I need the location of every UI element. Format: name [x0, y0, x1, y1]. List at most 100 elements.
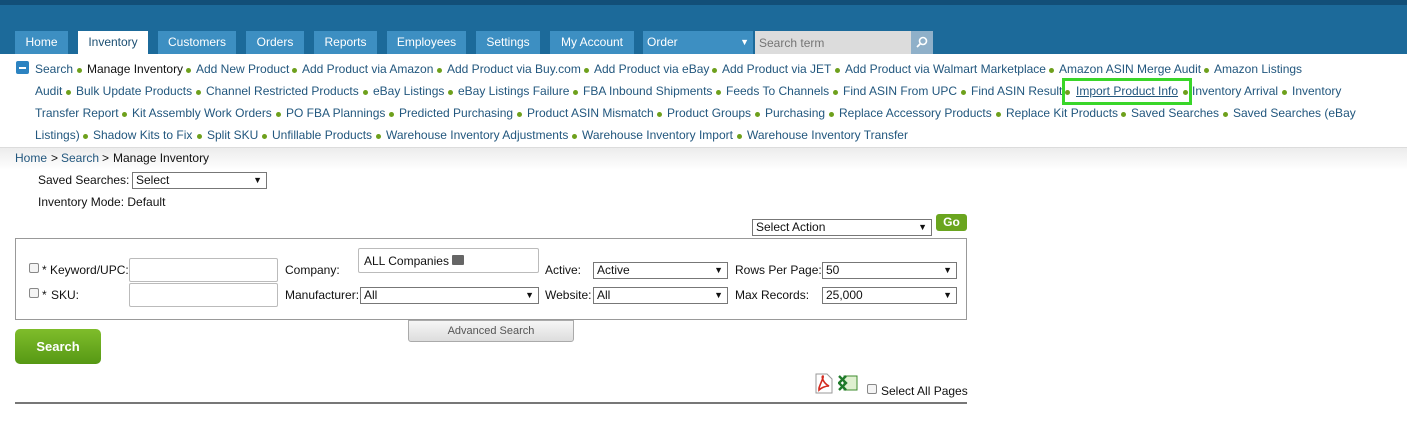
link-channel-restricted-products[interactable]: Channel Restricted Products: [206, 84, 359, 99]
sku-input[interactable]: [129, 283, 278, 307]
link-inventory-transfer-report-cont[interactable]: Transfer Report: [35, 106, 119, 121]
company-value: ALL Companies: [364, 254, 449, 268]
link-amazon-listings-audit[interactable]: Audit: [35, 84, 62, 99]
go-button[interactable]: Go: [936, 214, 967, 231]
select-action-dropdown[interactable]: Select Action ▼: [752, 219, 932, 236]
more-options-icon[interactable]: [451, 255, 464, 265]
manufacturer-select[interactable]: All ▼: [360, 287, 539, 304]
bullet-icon: [197, 134, 202, 139]
bullet-icon: [66, 90, 71, 95]
link-warehouse-inventory-adjustments[interactable]: Warehouse Inventory Adjustments: [386, 128, 568, 143]
bullet-icon: [77, 68, 82, 73]
collapse-icon[interactable]: [16, 61, 29, 74]
link-saved-searches[interactable]: Saved Searches: [1131, 106, 1219, 121]
bullet-icon: [1049, 68, 1054, 73]
link-inventory-transfer-report[interactable]: Inventory: [1292, 84, 1341, 99]
tab-customers[interactable]: Customers: [158, 31, 236, 54]
rows-per-page-select[interactable]: 50 ▼: [822, 262, 957, 279]
breadcrumb-current: Manage Inventory: [113, 151, 210, 165]
tab-home[interactable]: Home: [15, 31, 68, 54]
link-kit-assembly-work-orders[interactable]: Kit Assembly Work Orders: [132, 106, 272, 121]
link-find-asin-from-upc[interactable]: Find ASIN From UPC: [843, 84, 957, 99]
manufacturer-label: Manufacturer:: [285, 288, 360, 302]
tab-orders[interactable]: Orders: [246, 31, 304, 54]
link-add-product-jet[interactable]: Add Product via JET: [722, 62, 831, 77]
select-all-pages-label: Select All Pages: [881, 384, 968, 398]
bullet-icon: [716, 90, 721, 95]
search-icon-button[interactable]: [911, 31, 933, 54]
link-find-asin-result[interactable]: Find ASIN Result: [971, 84, 1062, 99]
sku-label[interactable]: SKU:: [51, 288, 79, 302]
sku-checkbox[interactable]: [29, 288, 39, 298]
link-product-asin-mismatch[interactable]: Product ASIN Mismatch: [527, 106, 654, 121]
link-replace-kit-products[interactable]: Replace Kit Products: [1006, 106, 1118, 121]
search-button[interactable]: Search: [15, 329, 101, 364]
link-unfillable-products[interactable]: Unfillable Products: [272, 128, 372, 143]
rows-per-page-value: 50: [826, 263, 840, 277]
tab-inventory[interactable]: Inventory: [78, 31, 148, 55]
keyword-checkbox[interactable]: [29, 263, 39, 273]
link-warehouse-inventory-transfer[interactable]: Warehouse Inventory Transfer: [747, 128, 908, 143]
active-select[interactable]: Active ▼: [593, 262, 728, 279]
order-select-value: Order: [647, 35, 678, 49]
link-ebay-listings-failure[interactable]: eBay Listings Failure: [458, 84, 569, 99]
link-add-product-ebay[interactable]: Add Product via eBay: [594, 62, 709, 77]
link-feeds-to-channels[interactable]: Feeds To Channels: [726, 84, 829, 99]
link-predicted-purchasing[interactable]: Predicted Purchasing: [399, 106, 513, 121]
link-split-sku[interactable]: Split SKU: [207, 128, 258, 143]
link-add-product-amazon[interactable]: Add Product via Amazon: [302, 62, 433, 77]
pdf-export-icon[interactable]: [815, 373, 833, 394]
bullet-icon: [376, 134, 381, 139]
bullet-icon: [755, 112, 760, 117]
tab-settings[interactable]: Settings: [476, 31, 540, 54]
advanced-search-button[interactable]: Advanced Search: [408, 320, 574, 342]
inventory-mode-text: Inventory Mode: Default: [38, 195, 166, 209]
bullet-icon: [1121, 112, 1126, 117]
bullet-icon: [1204, 68, 1209, 73]
link-manage-inventory: Manage Inventory: [87, 62, 184, 76]
tab-reports[interactable]: Reports: [314, 31, 377, 54]
excel-export-icon[interactable]: [838, 374, 858, 392]
link-saved-searches-ebay-cont[interactable]: Listings): [35, 128, 80, 143]
max-records-select[interactable]: 25,000 ▼: [822, 287, 957, 304]
bullet-icon: [961, 90, 966, 95]
order-type-select[interactable]: Order ▼: [643, 31, 753, 54]
link-ebay-listings[interactable]: eBay Listings: [373, 84, 444, 99]
link-search[interactable]: Search: [35, 62, 73, 77]
tab-employees[interactable]: Employees: [387, 31, 466, 54]
link-amazon-asin-merge-audit[interactable]: Amazon ASIN Merge Audit: [1059, 62, 1201, 77]
saved-searches-select[interactable]: Select ▼: [132, 172, 267, 189]
link-fba-inbound-shipments[interactable]: FBA Inbound Shipments: [583, 84, 712, 99]
max-records-value: 25,000: [826, 288, 863, 302]
keyword-upc-input[interactable]: [129, 258, 278, 282]
search-input[interactable]: [755, 31, 912, 54]
select-all-pages-checkbox[interactable]: [867, 384, 877, 394]
link-amazon-listings[interactable]: Amazon Listings: [1214, 62, 1302, 77]
website-select[interactable]: All ▼: [593, 287, 728, 304]
link-replace-accessory-products[interactable]: Replace Accessory Products: [839, 106, 992, 121]
divider: [15, 402, 967, 404]
bullet-icon: [186, 68, 191, 73]
link-bulk-update-products[interactable]: Bulk Update Products: [76, 84, 192, 99]
bullet-icon: [363, 90, 368, 95]
breadcrumb-home[interactable]: Home: [15, 151, 47, 165]
bullet-icon: [292, 68, 297, 73]
link-inventory-arrival[interactable]: Inventory Arrival: [1192, 84, 1278, 99]
company-field[interactable]: ALL Companies: [358, 248, 539, 273]
link-saved-searches-ebay[interactable]: Saved Searches (eBay: [1233, 106, 1356, 121]
link-add-product-walmart[interactable]: Add Product via Walmart Marketplace: [845, 62, 1046, 77]
bullet-icon: [389, 112, 394, 117]
link-warehouse-inventory-import[interactable]: Warehouse Inventory Import: [582, 128, 733, 143]
breadcrumb-search[interactable]: Search: [61, 151, 99, 165]
link-shadow-kits-to-fix[interactable]: Shadow Kits to Fix: [93, 128, 192, 143]
link-product-groups[interactable]: Product Groups: [667, 106, 751, 121]
tab-my-account[interactable]: My Account: [550, 31, 634, 54]
link-add-product-buy[interactable]: Add Product via Buy.com: [447, 62, 581, 77]
breadcrumb: [0, 148, 1407, 170]
bullet-icon: [437, 68, 442, 73]
link-po-fba-plannings[interactable]: PO FBA Plannings: [286, 106, 385, 121]
bullet-icon: [448, 90, 453, 95]
link-add-new-product[interactable]: Add New Product: [196, 62, 289, 77]
link-purchasing[interactable]: Purchasing: [765, 106, 825, 121]
bullet-icon: [1223, 112, 1228, 117]
